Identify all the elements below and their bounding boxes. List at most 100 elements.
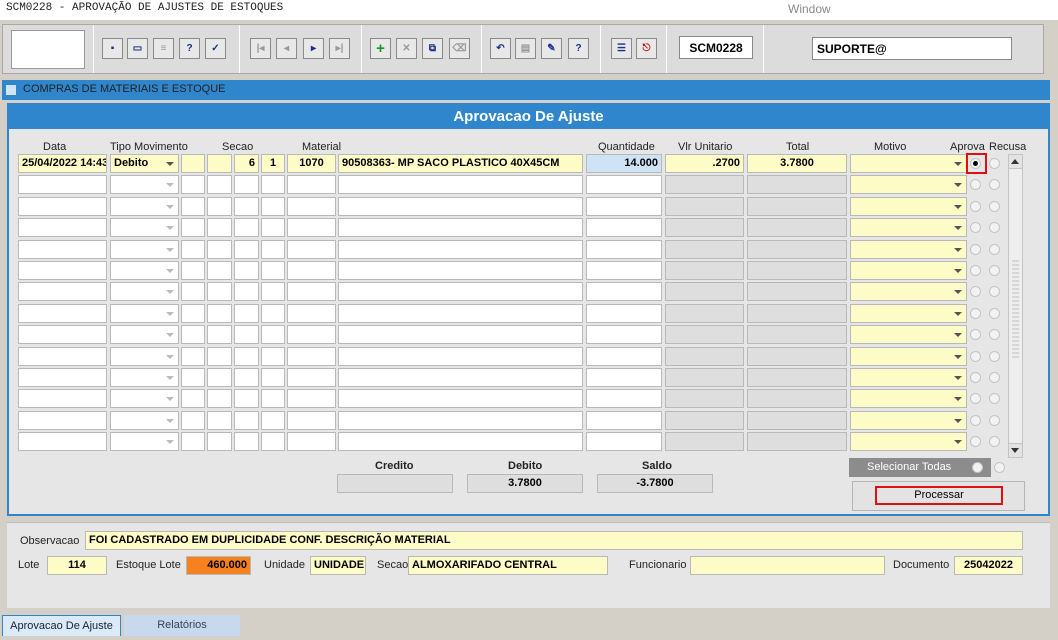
empty-aprova-radio[interactable] [970,372,981,383]
empty-cell[interactable] [207,303,232,323]
empty-cell[interactable] [287,239,336,259]
empty-cell[interactable] [110,368,179,387]
empty-cell[interactable] [850,175,967,195]
row1-motivo-select[interactable] [850,154,967,173]
empty-cell[interactable] [181,282,205,302]
empty-cell[interactable] [18,218,107,238]
empty-cell[interactable] [665,346,744,366]
empty-cell[interactable] [207,261,232,280]
row1-quantidade[interactable]: 14.000 [586,154,662,173]
empty-cell[interactable] [287,303,336,323]
empty-cell[interactable] [261,196,285,216]
empty-recusa-radio[interactable] [989,243,1000,255]
empty-cell[interactable] [261,432,285,452]
row1-secao-b[interactable]: 1 [261,154,285,173]
empty-cell[interactable] [18,196,107,216]
empty-cell[interactable] [747,432,847,452]
empty-cell[interactable] [261,389,285,409]
empty-cell[interactable] [261,175,285,195]
empty-cell[interactable] [234,410,259,430]
empty-recusa-radio[interactable] [989,200,1000,212]
empty-recusa-radio[interactable] [989,307,1000,319]
clipboard-icon[interactable]: ▤ [515,38,536,59]
empty-cell[interactable] [287,325,336,345]
duplicate-record-icon[interactable]: ⧉ [422,38,443,59]
empty-cell[interactable] [747,303,847,323]
empty-cell[interactable] [207,346,232,366]
row1-blank-2[interactable] [207,154,232,173]
row1-data[interactable]: 25/04/2022 14:43 [18,154,107,173]
empty-cell[interactable] [110,325,179,345]
empty-cell[interactable] [586,389,662,409]
empty-cell[interactable] [665,282,744,302]
empty-recusa-radio[interactable] [989,350,1000,362]
secao-field[interactable]: ALMOXARIFADO CENTRAL [408,556,608,575]
empty-cell[interactable] [338,325,583,345]
empty-cell[interactable] [586,175,662,195]
empty-cell[interactable] [850,261,967,280]
empty-cell[interactable] [110,175,179,195]
empty-cell[interactable] [110,346,179,366]
empty-cell[interactable] [850,325,967,345]
empty-cell[interactable] [586,346,662,366]
empty-cell[interactable] [665,196,744,216]
undo-icon[interactable]: ↶ [490,38,511,59]
empty-cell[interactable] [181,410,205,430]
empty-cell[interactable] [181,218,205,238]
empty-cell[interactable] [110,218,179,238]
help-icon[interactable]: ? [568,38,589,59]
empty-cell[interactable] [665,389,744,409]
empty-cell[interactable] [665,218,744,238]
scroll-up-icon[interactable] [1009,155,1022,169]
empty-aprova-radio[interactable] [970,265,981,276]
empty-cell[interactable] [110,410,179,430]
empty-cell[interactable] [747,196,847,216]
empty-cell[interactable] [18,261,107,280]
empty-cell[interactable] [586,432,662,452]
empty-cell[interactable] [261,346,285,366]
insert-record-icon[interactable]: + [370,38,391,59]
empty-cell[interactable] [110,196,179,216]
empty-aprova-radio[interactable] [970,414,981,426]
empty-aprova-radio[interactable] [970,307,981,319]
empty-cell[interactable] [18,432,107,452]
empty-cell[interactable] [18,282,107,302]
empty-cell[interactable] [207,389,232,409]
empty-cell[interactable] [586,410,662,430]
empty-cell[interactable] [287,368,336,387]
empty-recusa-radio[interactable] [989,372,1000,383]
row1-tipo-select[interactable]: Debito [110,154,179,173]
empty-cell[interactable] [261,410,285,430]
empty-cell[interactable] [261,282,285,302]
empty-cell[interactable] [747,282,847,302]
empty-cell[interactable] [665,325,744,345]
empty-cell[interactable] [338,432,583,452]
empty-cell[interactable] [261,368,285,387]
empty-cell[interactable] [110,432,179,452]
empty-cell[interactable] [287,432,336,452]
empty-cell[interactable] [181,432,205,452]
next-record-icon[interactable]: ▸ [303,38,324,59]
empty-cell[interactable] [110,282,179,302]
empty-cell[interactable] [18,410,107,430]
empty-aprova-radio[interactable] [970,350,981,362]
empty-cell[interactable] [747,368,847,387]
empty-cell[interactable] [850,303,967,323]
empty-cell[interactable] [338,218,583,238]
scroll-thumb[interactable] [1012,258,1019,358]
empty-cell[interactable] [207,325,232,345]
empty-cell[interactable] [665,261,744,280]
empty-cell[interactable] [181,239,205,259]
empty-cell[interactable] [586,218,662,238]
empty-recusa-radio[interactable] [989,265,1000,276]
empty-cell[interactable] [234,175,259,195]
empty-cell[interactable] [586,325,662,345]
empty-cell[interactable] [850,196,967,216]
empty-cell[interactable] [747,175,847,195]
row1-secao-a[interactable]: 6 [234,154,259,173]
empty-cell[interactable] [850,218,967,238]
print-icon[interactable]: ≡ [153,38,174,59]
delete-record-icon[interactable]: ✕ [396,38,417,59]
empty-cell[interactable] [338,368,583,387]
unidade-field[interactable]: UNIDADE [310,556,366,575]
